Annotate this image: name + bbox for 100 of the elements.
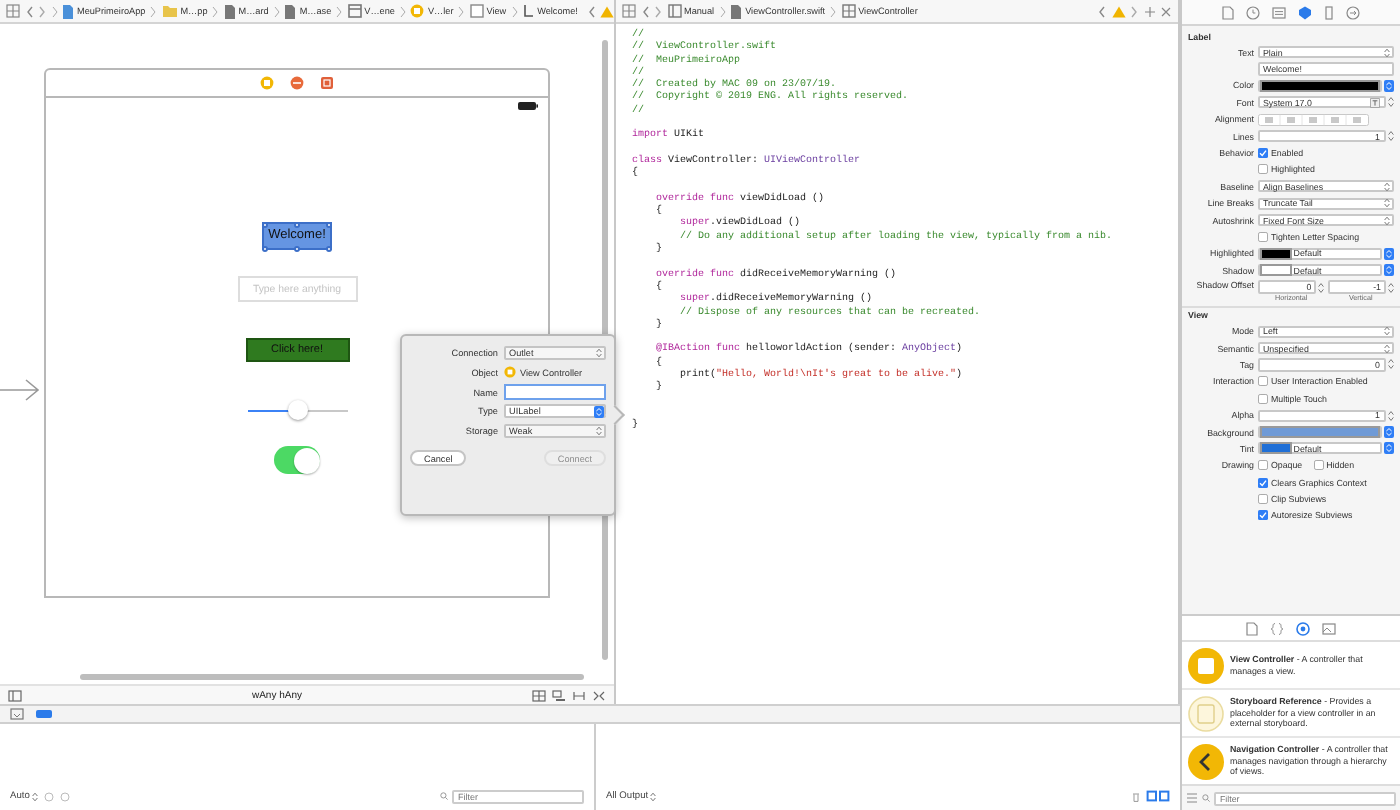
stack-icon[interactable] (532, 689, 546, 701)
dropdown-button[interactable] (1384, 247, 1394, 260)
toggle-switch[interactable] (274, 446, 320, 474)
list-icon[interactable] (1272, 5, 1286, 19)
dropdown-button[interactable] (1384, 79, 1394, 92)
label-icon (522, 4, 535, 18)
battery-icon (518, 102, 538, 110)
chevron-icon (511, 5, 518, 17)
updown-icon[interactable] (1383, 181, 1389, 192)
clock-icon[interactable] (1246, 5, 1260, 19)
dropdown-button[interactable] (594, 405, 604, 418)
circle-icon[interactable] (260, 76, 274, 90)
resize-handle[interactable] (294, 245, 300, 251)
chevron-icon (399, 5, 406, 17)
updown-icon[interactable] (595, 426, 601, 436)
close-icon[interactable] (1160, 5, 1172, 17)
updown-icon[interactable] (1383, 343, 1389, 354)
grid-icon[interactable] (622, 4, 636, 18)
window-icon (667, 4, 681, 18)
dropdown-button[interactable] (1384, 426, 1394, 438)
updown-icon[interactable] (31, 791, 38, 801)
checkbox[interactable] (1258, 231, 1268, 242)
stepper-icon[interactable] (1318, 281, 1325, 294)
storyboard-reference-icon (1188, 695, 1224, 731)
chevron-icon (830, 5, 837, 17)
resize-handle[interactable] (261, 221, 268, 227)
resize-handle[interactable] (261, 245, 268, 251)
alignment-segmented-control[interactable] (1258, 113, 1370, 126)
checkbox[interactable] (1258, 393, 1268, 404)
document-icon (730, 3, 743, 19)
align-icon[interactable] (552, 689, 566, 701)
sidebar-icon[interactable] (8, 689, 22, 701)
grid-icon[interactable] (6, 4, 20, 18)
document-icon[interactable] (1222, 5, 1234, 19)
list-icon[interactable] (1186, 792, 1198, 804)
search-icon (440, 792, 448, 800)
forward-icon[interactable] (1130, 5, 1138, 17)
forward-icon[interactable] (654, 5, 662, 17)
updown-icon[interactable] (1383, 326, 1389, 337)
chevron-icon (336, 5, 343, 17)
chevron-icon (273, 5, 280, 17)
chevron-icon (719, 5, 726, 17)
slider-thumb[interactable] (287, 400, 307, 420)
ruler-icon[interactable] (1324, 5, 1334, 19)
search-icon (1202, 794, 1210, 802)
updown-icon[interactable] (595, 348, 601, 359)
stepper-icon[interactable] (1388, 130, 1394, 143)
circle-icon[interactable] (1296, 621, 1310, 635)
updown-icon[interactable] (650, 791, 657, 801)
grid-icon (841, 4, 856, 18)
back-icon[interactable] (1098, 5, 1106, 17)
stepper-icon[interactable] (1388, 281, 1394, 294)
back-icon[interactable] (641, 5, 649, 17)
updown-icon[interactable] (1383, 198, 1389, 209)
exit-icon[interactable] (320, 76, 334, 90)
checkbox[interactable] (1258, 164, 1268, 175)
split-view-icon[interactable] (1146, 790, 1170, 802)
font-picker-icon[interactable] (1370, 97, 1380, 108)
panel-toggle-icon[interactable] (10, 708, 24, 720)
dropdown-button[interactable] (1384, 264, 1394, 277)
chevron-icon (51, 5, 57, 17)
forward-icon[interactable] (38, 5, 46, 17)
slider[interactable] (247, 400, 347, 420)
dropdown-button[interactable] (1384, 442, 1394, 455)
updown-icon[interactable] (1383, 47, 1389, 58)
circle-icon (504, 366, 516, 379)
stepper-icon[interactable] (1388, 409, 1394, 422)
checkbox[interactable] (1258, 376, 1268, 387)
warning-icon[interactable] (600, 5, 614, 17)
chevron-icon (458, 5, 465, 17)
updown-icon[interactable] (1383, 215, 1389, 226)
checkbox[interactable] (1258, 460, 1268, 471)
back-icon[interactable] (25, 5, 33, 17)
checkbox[interactable] (1258, 494, 1268, 505)
document-icon (284, 3, 297, 19)
horizontal-scrollbar[interactable] (80, 673, 584, 679)
breakpoint-icon[interactable] (36, 710, 52, 718)
navigation-controller-icon (1188, 743, 1224, 779)
arrow-circle-icon[interactable] (1346, 5, 1360, 19)
document-icon (223, 3, 236, 19)
entry-arrow-icon (0, 378, 40, 402)
chevron-icon (150, 5, 157, 17)
resize-handle[interactable] (326, 221, 333, 227)
document-icon[interactable] (1246, 621, 1258, 635)
back-icon[interactable] (587, 5, 596, 17)
image-icon[interactable] (1322, 621, 1336, 635)
checkbox[interactable] (1313, 460, 1324, 471)
name-field[interactable] (504, 384, 606, 401)
warning-icon[interactable] (1111, 5, 1125, 17)
stepper-icon[interactable] (1388, 96, 1394, 109)
add-icon[interactable] (1143, 5, 1155, 17)
view-controller-icon (1188, 647, 1224, 683)
resize-handle[interactable] (326, 245, 333, 251)
trash-icon[interactable] (1132, 791, 1140, 801)
shield-icon[interactable] (1298, 5, 1312, 19)
window-icon (347, 4, 362, 18)
chevron-icon (212, 5, 219, 17)
braces-icon[interactable] (1270, 621, 1284, 635)
resize-handle[interactable] (294, 221, 300, 227)
stepper-icon[interactable] (1388, 358, 1394, 371)
